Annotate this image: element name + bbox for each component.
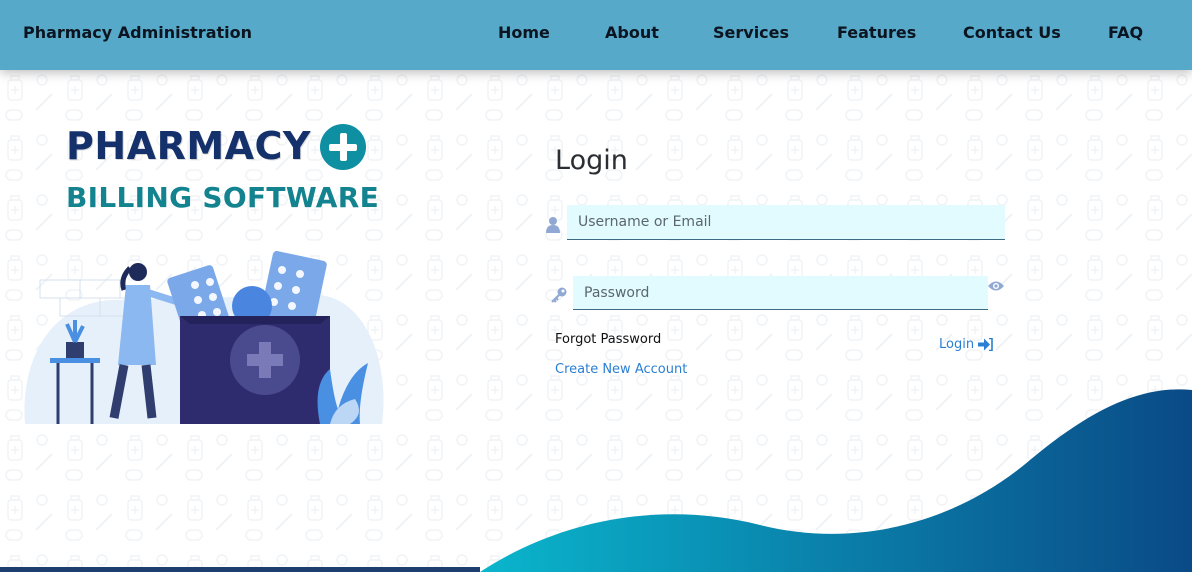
logo-subtitle: BILLING SOFTWARE	[66, 181, 380, 214]
nav-about[interactable]: About	[605, 23, 659, 42]
password-input[interactable]	[573, 276, 988, 310]
top-navbar: Pharmacy Administration Home About Servi…	[0, 0, 1192, 70]
nav-faq[interactable]: FAQ	[1108, 23, 1143, 42]
login-button-label: Login	[939, 337, 975, 352]
sign-in-icon	[978, 338, 993, 351]
eye-icon[interactable]	[988, 280, 1004, 292]
nav-services[interactable]: Services	[713, 23, 789, 42]
nav-contact-us[interactable]: Contact Us	[963, 23, 1061, 42]
username-input[interactable]	[567, 205, 1005, 240]
pharmacist-illustration	[24, 250, 384, 424]
create-account-link[interactable]: Create New Account	[555, 362, 687, 377]
logo-title: PHARMACY	[66, 124, 311, 168]
nav-features[interactable]: Features	[837, 23, 916, 42]
login-button[interactable]: Login	[939, 337, 993, 352]
key-icon	[551, 287, 567, 303]
brand-title[interactable]: Pharmacy Administration	[23, 23, 252, 42]
forgot-password-link[interactable]: Forgot Password	[555, 332, 661, 347]
login-title: Login	[555, 145, 628, 176]
user-icon	[546, 217, 560, 233]
plus-circle-icon	[320, 124, 366, 170]
nav-home[interactable]: Home	[498, 23, 550, 42]
